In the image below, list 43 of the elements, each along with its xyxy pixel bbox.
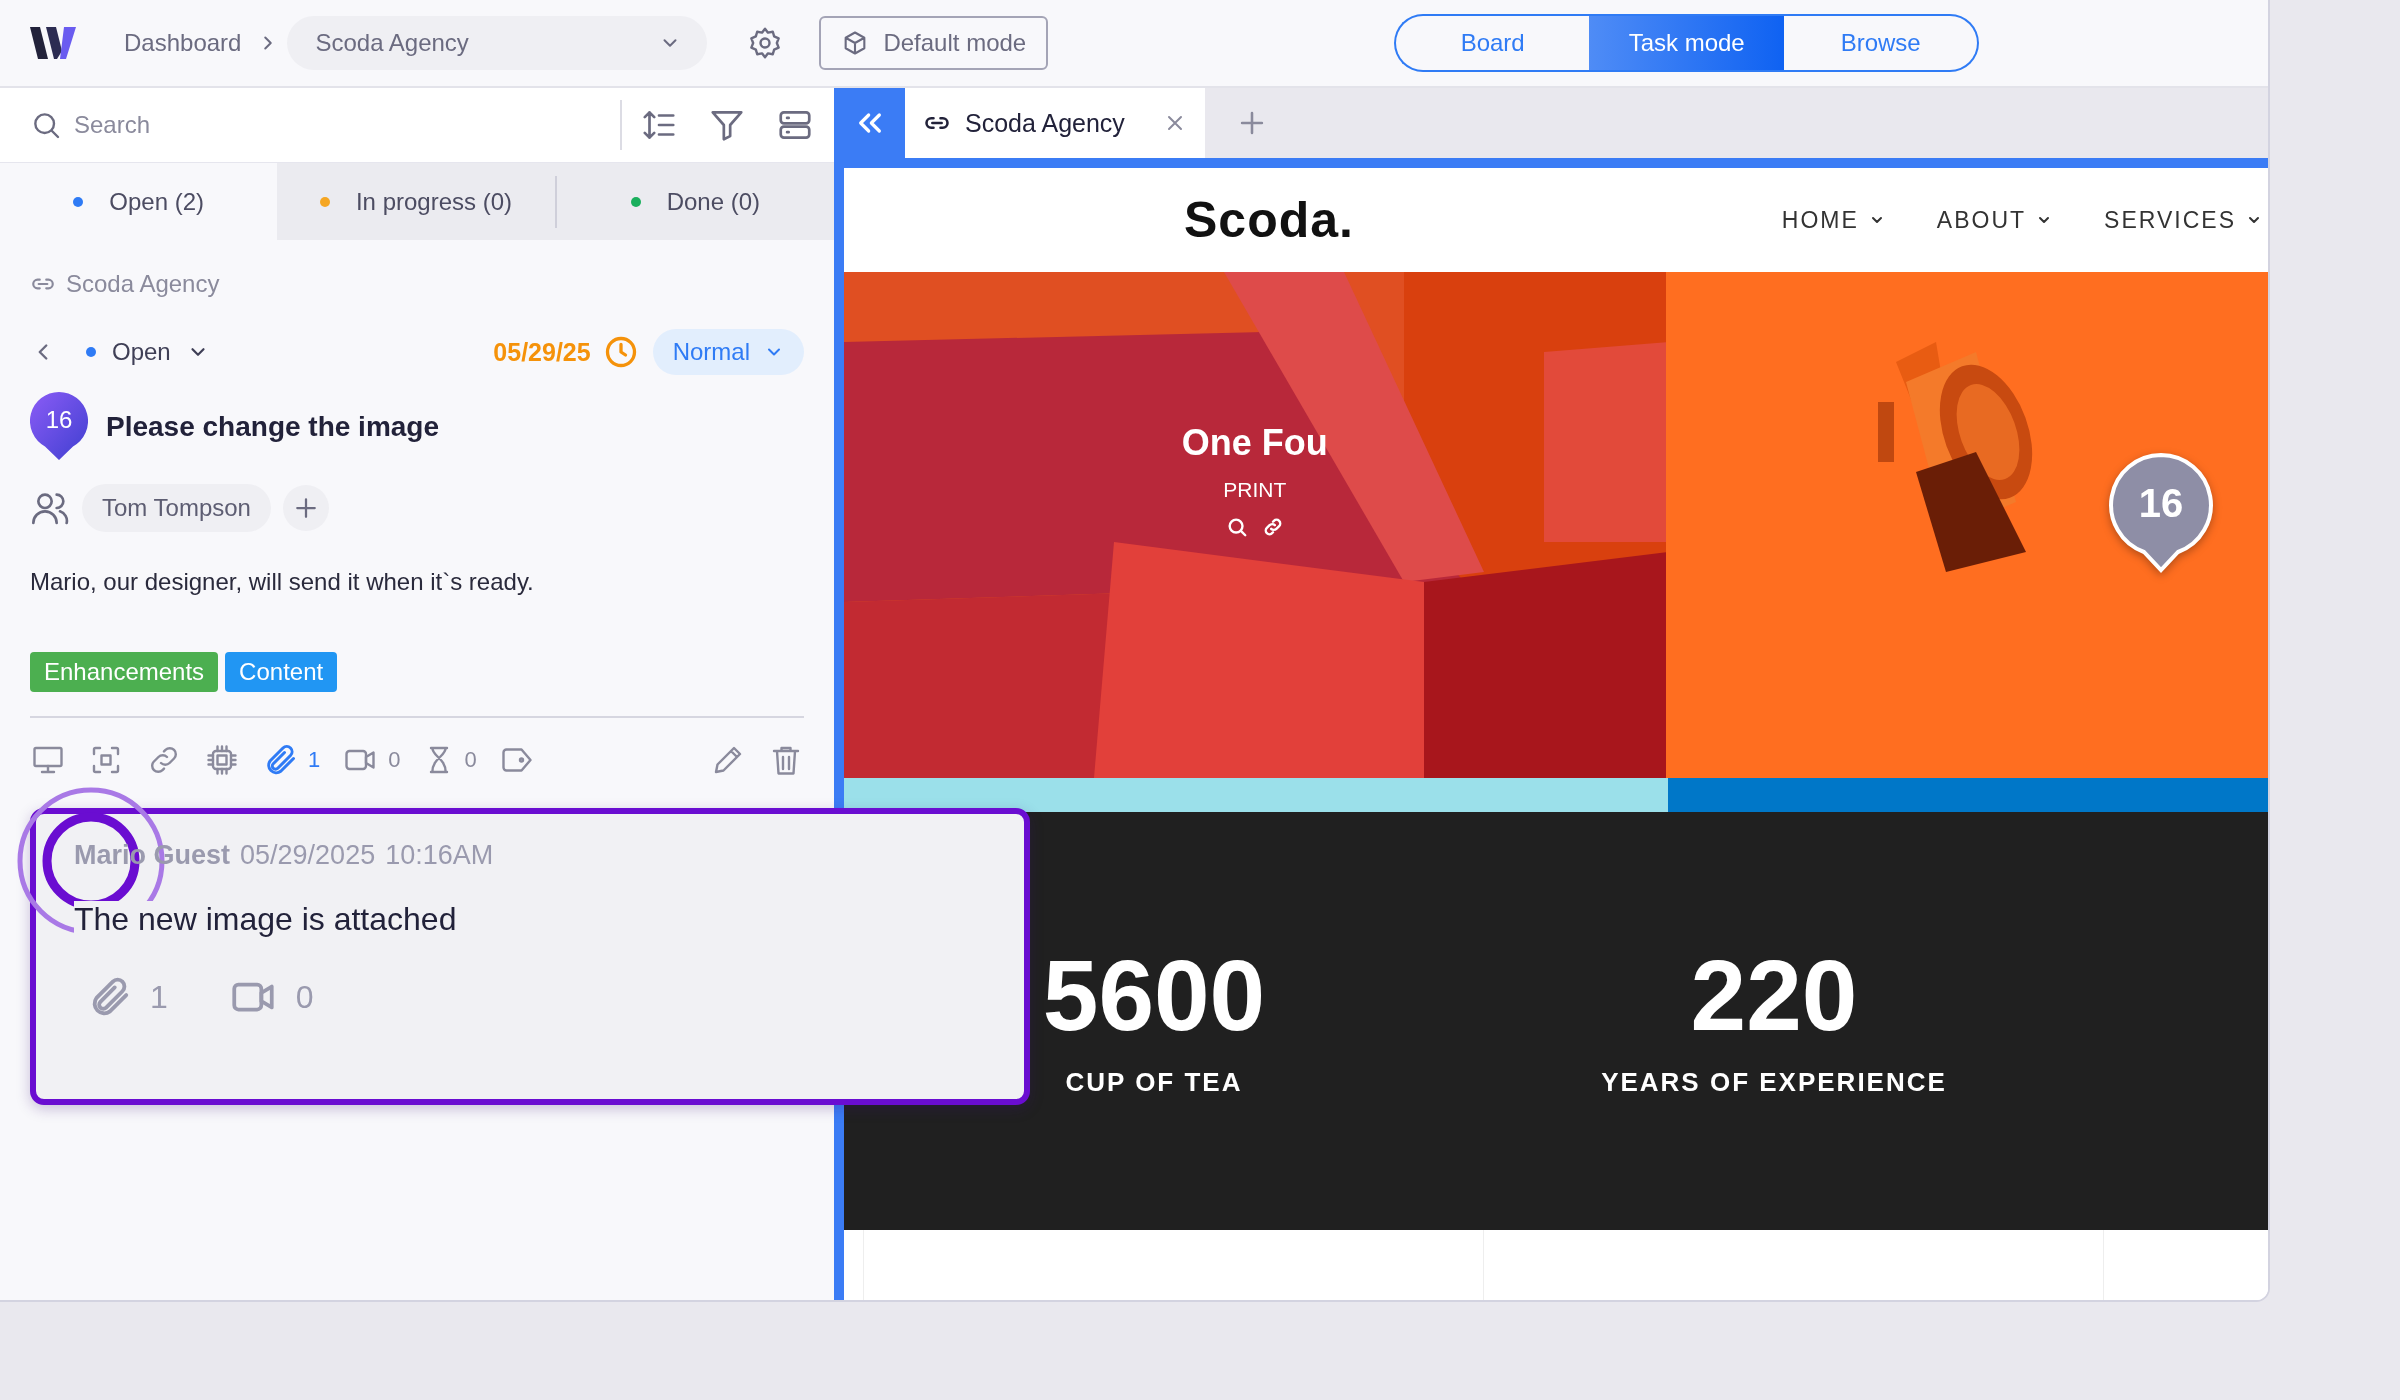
stat-label: CUP OF TEA	[1065, 1066, 1243, 1098]
status-tab-label: Done (0)	[666, 187, 760, 216]
priority-select[interactable]: Normal	[652, 329, 804, 375]
view-mode-tab[interactable]: Browse	[1784, 14, 1980, 72]
stat-value: 220	[1690, 944, 1858, 1045]
status-tab[interactable]: Open (2)	[0, 163, 278, 240]
status-select[interactable]: Open	[80, 337, 215, 367]
tag: Enhancements	[30, 652, 219, 692]
view-mode-tab[interactable]: Board	[1394, 14, 1590, 72]
attachment-count: 1	[308, 747, 321, 773]
project-link[interactable]: Scoda Agency	[66, 270, 220, 298]
site-nav-item[interactable]: ABOUT	[1936, 206, 2053, 234]
view-mode-tab[interactable]: Task mode	[1589, 14, 1785, 72]
comment-date: 05/29/2025	[240, 840, 376, 871]
video-count: 0	[295, 978, 314, 1016]
assignee-chip[interactable]: Tom Tompson	[82, 484, 271, 532]
task-description: Mario, our designer, will send it when it`s ready.	[30, 568, 535, 596]
site-nav-item[interactable]: SERVICES	[2104, 206, 2262, 234]
task-number-pin: 16	[30, 392, 88, 462]
project-select[interactable]: Scoda Agency	[287, 16, 708, 70]
stat-value: 5600	[1042, 944, 1266, 1045]
comment-text: The new image is attached	[74, 901, 1024, 938]
default-mode-button[interactable]: Default mode	[819, 16, 1049, 70]
stat-label: YEARS OF EXPERIENCE	[1601, 1066, 1947, 1098]
timer-count: 0	[464, 747, 477, 773]
comment-time: 10:16AM	[385, 840, 494, 871]
site-nav-item[interactable]: HOME	[1781, 206, 1885, 234]
search-field[interactable]: Search	[0, 88, 834, 163]
breadcrumb-link[interactable]: Dashboard	[124, 29, 242, 57]
add-assignee-button[interactable]	[282, 485, 329, 531]
tag: Content	[225, 652, 338, 692]
video-count: 0	[388, 747, 401, 773]
browser-tab[interactable]: Scoda Agency	[905, 88, 1205, 158]
collapse-button[interactable]	[834, 88, 905, 158]
site-logo[interactable]: Scoda.	[1184, 191, 1354, 249]
search-placeholder: Search	[74, 111, 152, 139]
portfolio-category: PRINT	[1223, 478, 1287, 502]
chip-icon[interactable]	[204, 742, 240, 778]
status-tab-label: Open (2)	[109, 187, 204, 216]
portfolio-title: One Fou	[1181, 422, 1328, 464]
status-tab-label: In progress (0)	[355, 187, 512, 216]
task-title: Please change the image	[106, 411, 440, 443]
attachment-count: 1	[150, 978, 168, 1016]
